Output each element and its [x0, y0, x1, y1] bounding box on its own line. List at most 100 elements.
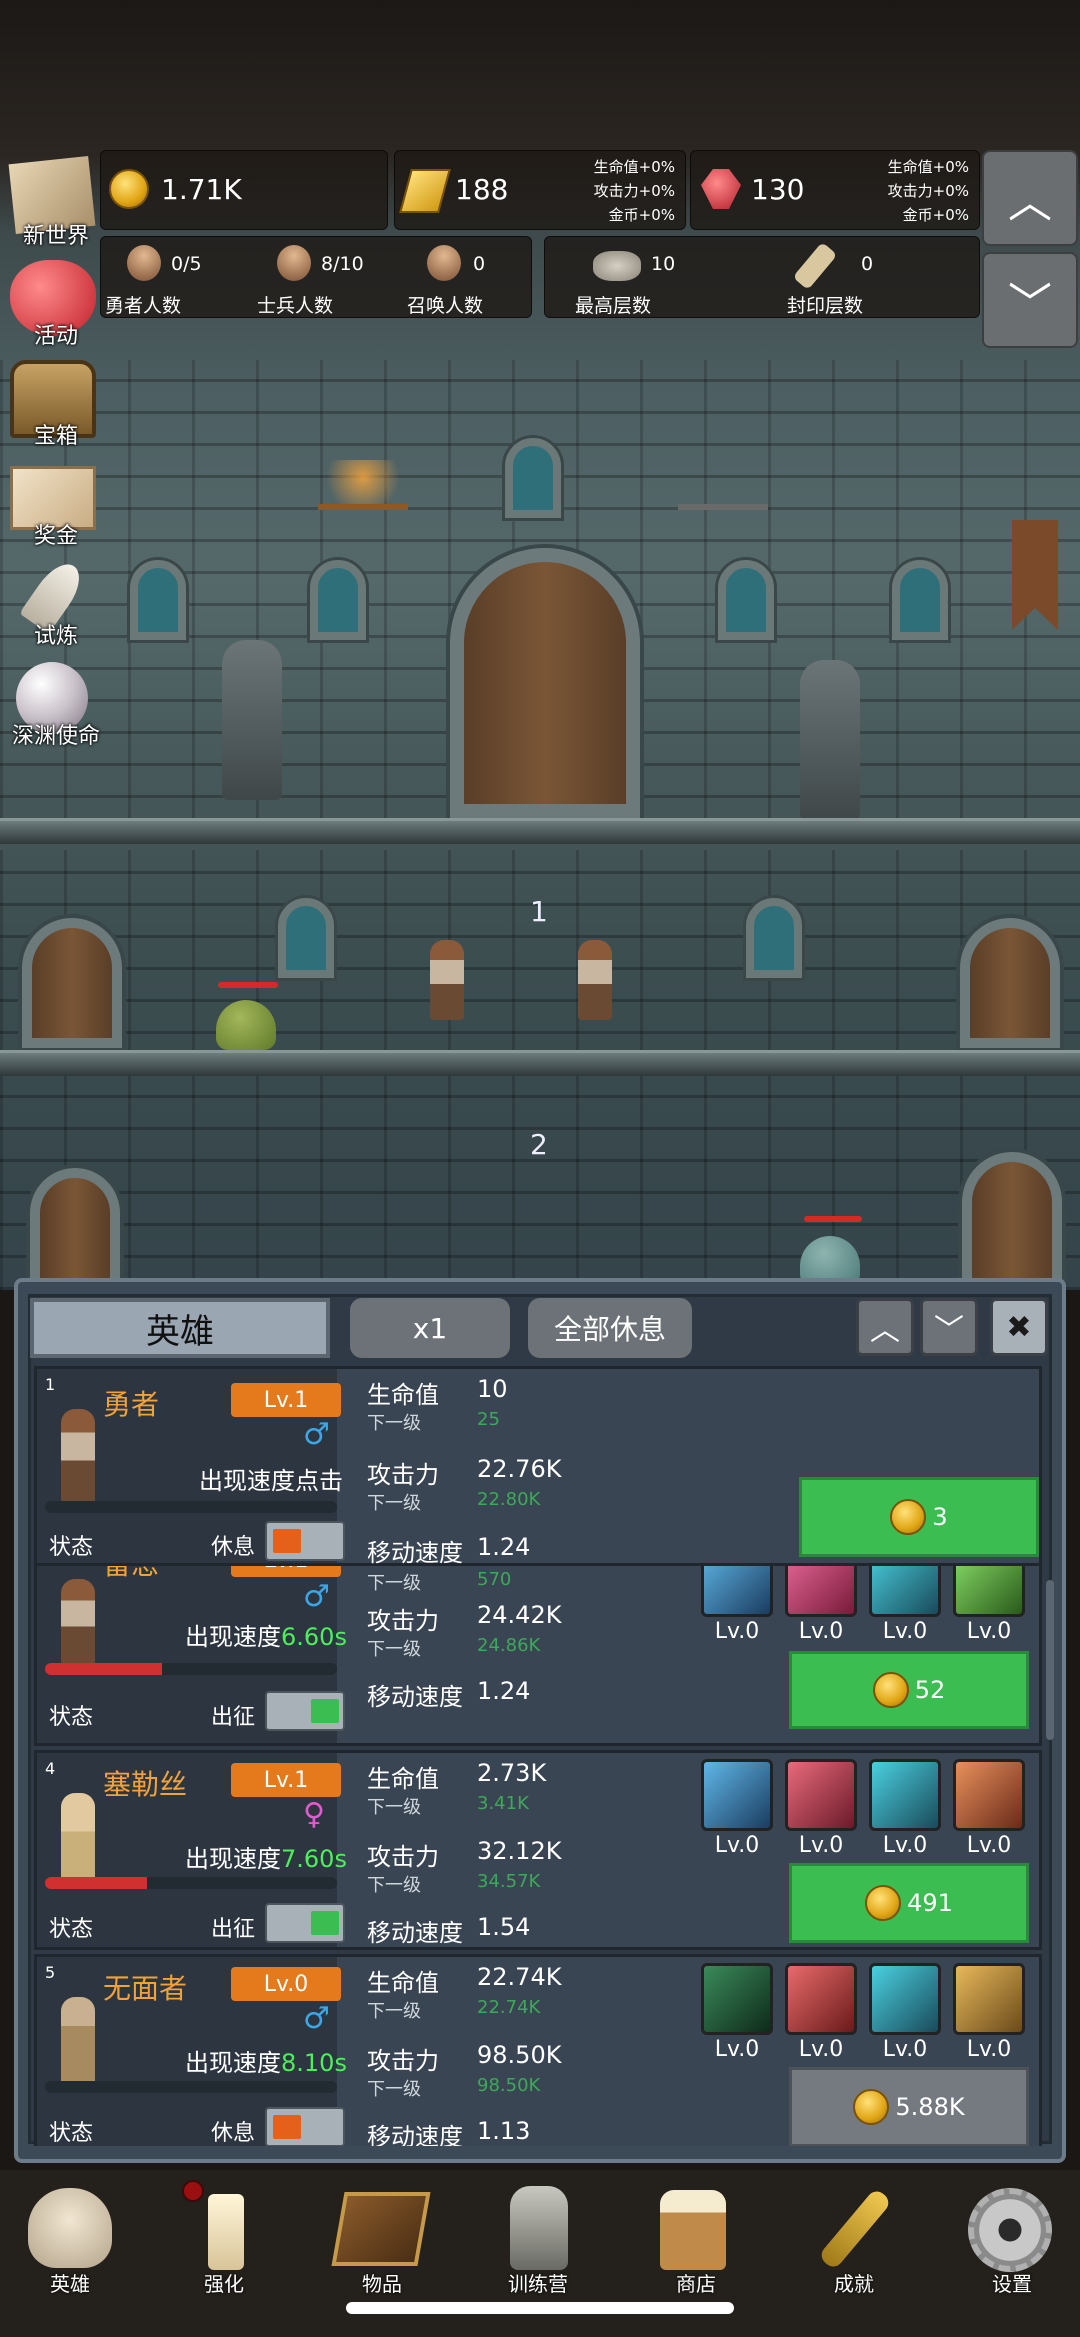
panel-close-button[interactable]: ✖	[990, 1298, 1048, 1356]
skill-level: Lv.0	[882, 1619, 928, 1644]
beer-mug-icon	[660, 2190, 726, 2270]
side-trial[interactable]: 试炼	[6, 556, 96, 649]
knight-statue	[222, 640, 282, 800]
spawn-speed-label: 出现速度	[185, 1845, 281, 1873]
gold-bar-amount: 188	[455, 173, 509, 206]
side-event-label: 活动	[33, 324, 78, 349]
castle-floor	[0, 818, 1080, 844]
key-icon	[817, 2187, 893, 2271]
status-label: 状态	[49, 2121, 94, 2146]
upgrade-button-disabled[interactable]: 5.88K	[789, 2067, 1029, 2146]
tab-hero[interactable]: 英雄	[30, 1298, 330, 1358]
ruby-resource-box: 130 生命值+0% 攻击力+0% 金币+0%	[690, 150, 980, 230]
hero-hp-bar	[45, 2081, 337, 2093]
side-bonus-label: 奖金	[33, 524, 78, 549]
hero-name: 无面者	[103, 1972, 188, 2005]
skill-level: Lv.0	[966, 2037, 1012, 2062]
multiplier-button[interactable]: x1	[350, 1298, 510, 1358]
toggle-knob-on	[311, 1699, 339, 1723]
side-chest-label: 宝箱	[33, 424, 78, 449]
atk-next-label: 下一级	[367, 1875, 421, 1896]
atk-next-label: 下一级	[367, 1639, 421, 1660]
chevron-down-icon: ﹀	[934, 1313, 964, 1348]
helmet-skill-icon[interactable]	[953, 1963, 1025, 2035]
hero-level-badge: Lv.1	[231, 1383, 341, 1417]
castle-window	[310, 560, 366, 640]
close-icon: ✖	[1006, 1309, 1032, 1345]
nav-training[interactable]	[488, 2180, 588, 2280]
boots-skill-icon[interactable]	[869, 1963, 941, 2035]
gold-amount: 1.71K	[161, 173, 242, 206]
hero-unit[interactable]	[578, 940, 612, 1020]
side-chest[interactable]: 宝箱	[6, 356, 96, 449]
side-bonus[interactable]: 奖金	[6, 456, 96, 549]
panel-down-button[interactable]: ﹀	[920, 1298, 978, 1356]
move-speed-label: 移动速度	[367, 1683, 463, 1711]
gold-coin-icon	[109, 169, 149, 209]
lantern-icon	[510, 2186, 568, 2270]
hero-index: 1	[45, 1375, 56, 1394]
bonus-atk: 攻击力+0%	[887, 182, 969, 200]
hero-level-badge: Lv.1	[231, 1763, 341, 1797]
hero-spawn-speed: 出现速度6.60s	[185, 1617, 347, 1652]
shield-skill-icon[interactable]	[701, 1759, 773, 1831]
upgrade-button[interactable]: 3	[799, 1477, 1039, 1557]
soldier-count-icon	[277, 245, 311, 281]
panel-up-button[interactable]: ︿	[856, 1298, 914, 1356]
hero-status-toggle[interactable]	[265, 1521, 345, 1561]
hero-status-toggle[interactable]	[265, 1691, 345, 1731]
scroll-up-button[interactable]: ︿	[982, 150, 1078, 246]
boots-skill-icon[interactable]	[869, 1759, 941, 1831]
hero-portrait	[61, 1793, 95, 1889]
side-event[interactable]: 活动	[6, 256, 96, 349]
sword-rain-skill-icon[interactable]	[953, 1759, 1025, 1831]
nav-settings[interactable]	[960, 2180, 1060, 2280]
hero-list[interactable]: 雷恩 Lv.1 ♂ 出现速度6.60s 状态 出征 下一级 570 攻击力 24…	[34, 1366, 1058, 2146]
side-abyss[interactable]: 深渊使命	[6, 656, 100, 749]
male-icon: ♂	[303, 2001, 330, 2036]
hero-status-toggle[interactable]	[265, 2107, 345, 2146]
skill-level: Lv.0	[966, 1833, 1012, 1858]
enemy-hp-bar	[804, 1216, 862, 1222]
monster-skill-icon[interactable]	[785, 1759, 857, 1831]
tab-hero-label: 英雄	[146, 1311, 214, 1352]
nav-hero[interactable]	[20, 2180, 120, 2280]
home-indicator[interactable]	[346, 2302, 734, 2314]
hp-label: 生命值	[367, 1969, 439, 1997]
skill-level: Lv.0	[798, 1833, 844, 1858]
status-value: 出征	[211, 1705, 256, 1730]
nav-shop[interactable]	[646, 2180, 746, 2280]
atk-value: 98.50K	[477, 2041, 562, 2069]
hero-unit[interactable]	[430, 940, 464, 1020]
hero-index: 4	[45, 1759, 56, 1778]
upgrade-button[interactable]: 491	[789, 1863, 1029, 1943]
move-speed-value: 1.24	[477, 1533, 531, 1561]
hero-hp-bar	[45, 1663, 337, 1675]
side-new-world[interactable]: 新世界	[6, 156, 96, 249]
unit-counters-box: 0/5 勇者人数 8/10 士兵人数 0 召唤人数	[100, 236, 532, 318]
blade-skill-icon[interactable]	[785, 1963, 857, 2035]
upgrade-button[interactable]: 52	[789, 1651, 1029, 1729]
hero-list-scrollbar[interactable]	[1046, 1580, 1054, 1740]
hero-status-toggle[interactable]	[265, 1903, 345, 1943]
rest-all-button[interactable]: 全部休息	[528, 1298, 692, 1358]
status-value: 休息	[211, 2121, 256, 2146]
hp-next-label: 下一级	[367, 1573, 421, 1594]
atk-value: 32.12K	[477, 1837, 562, 1865]
hero-name: 塞勒丝	[103, 1768, 188, 1801]
castle-window	[892, 560, 948, 640]
nav-achievement[interactable]	[804, 2180, 904, 2280]
nav-settings-label: 设置	[992, 2272, 1032, 2296]
hero-portrait	[61, 1997, 95, 2093]
upgrade-cost: 491	[907, 1889, 953, 1917]
hero-portrait	[61, 1409, 95, 1503]
side-door-left	[22, 918, 122, 1048]
hero-count-label: 勇者人数	[105, 295, 182, 317]
nav-items[interactable]	[330, 2180, 431, 2280]
spawn-speed-value: 8.10s	[281, 2049, 347, 2077]
scroll-down-button[interactable]: ﹀	[982, 252, 1078, 348]
enemy-hp-bar	[218, 982, 278, 988]
poison-blade-skill-icon[interactable]	[701, 1963, 773, 2035]
nav-enhance[interactable]	[174, 2180, 274, 2280]
floor-counters-box: 10 最高层数 0 封印层数	[544, 236, 980, 318]
